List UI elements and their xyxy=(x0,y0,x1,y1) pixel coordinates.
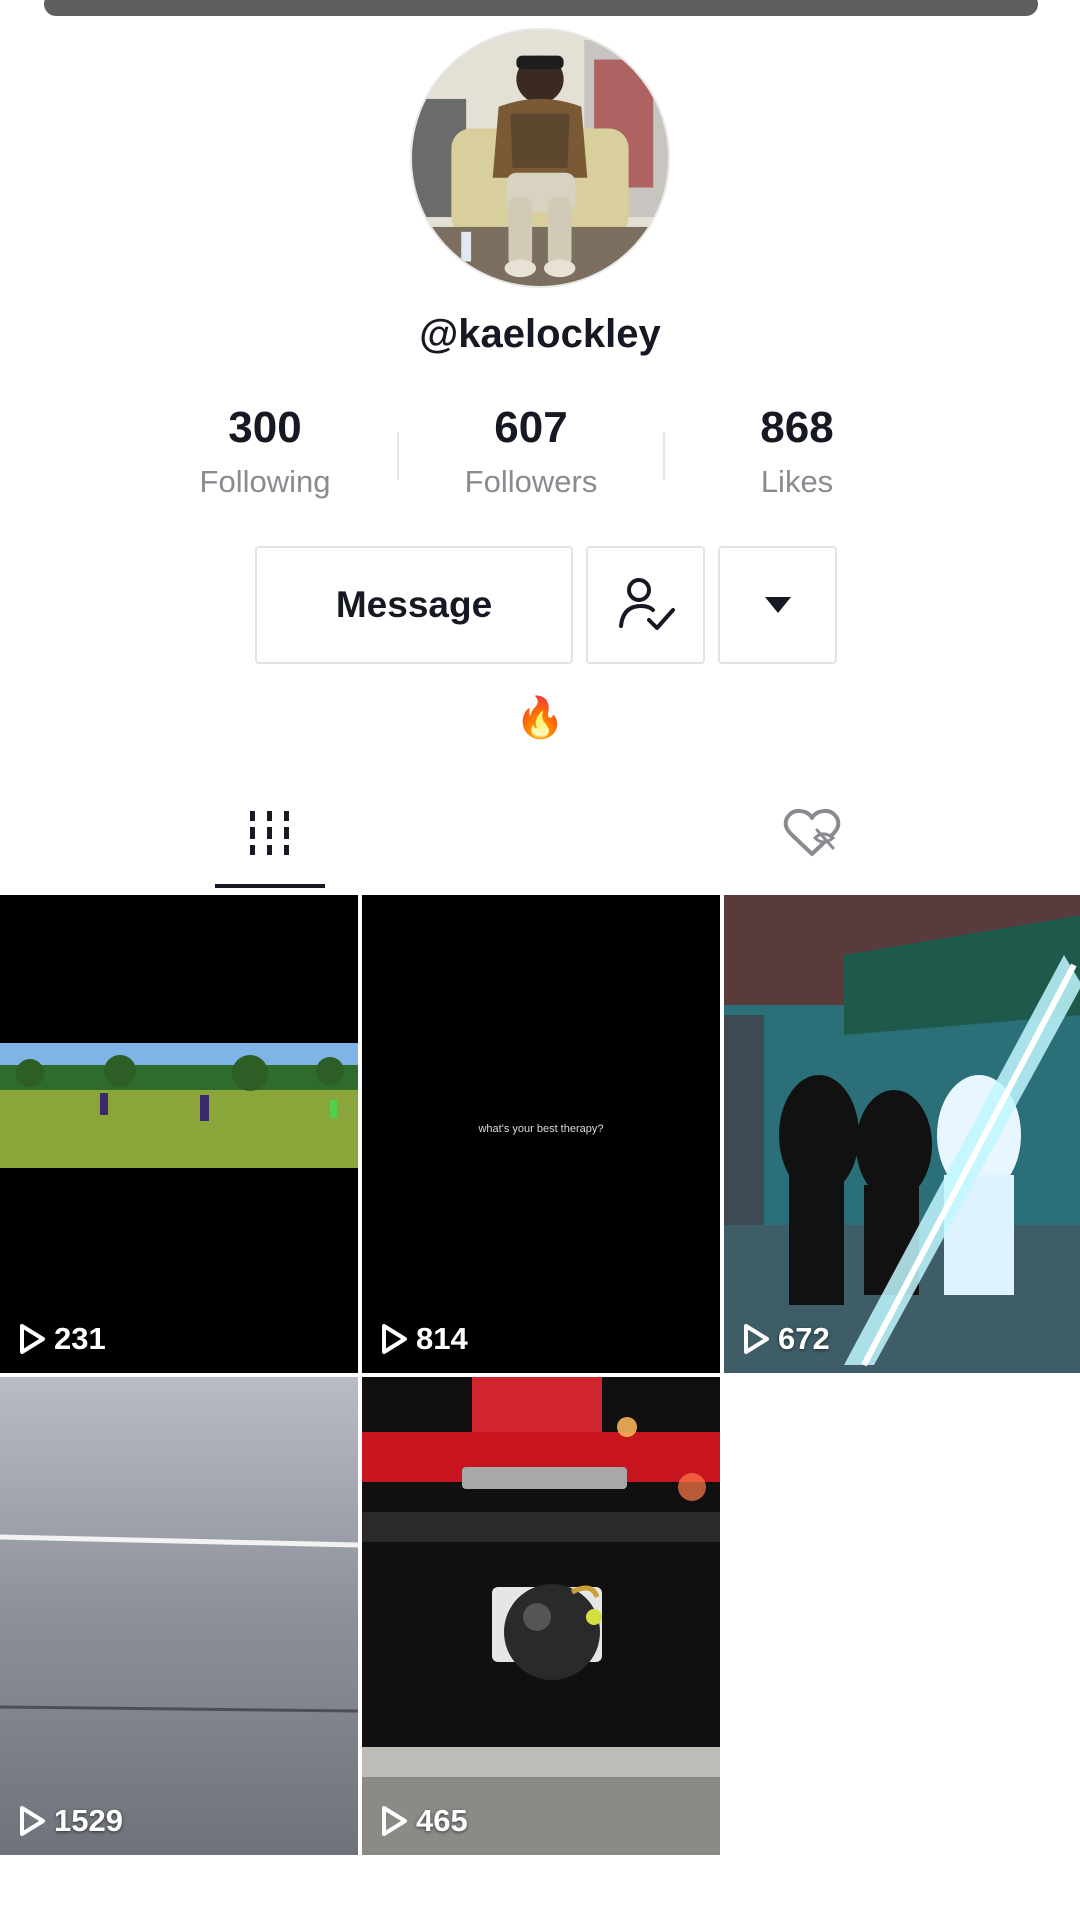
message-button[interactable]: Message xyxy=(255,546,573,664)
following-status-button[interactable] xyxy=(586,546,705,664)
view-count-text: 1529 xyxy=(54,1803,123,1838)
video-caption-overlay: what's your best therapy? xyxy=(478,1123,604,1135)
view-count: 672 xyxy=(742,1321,830,1357)
active-tab-indicator xyxy=(215,884,325,888)
user-check-icon xyxy=(618,578,675,630)
stat-value: 607 xyxy=(494,403,568,452)
play-icon xyxy=(382,1324,407,1354)
view-count-text: 231 xyxy=(54,1321,106,1356)
stat-label: Followers xyxy=(464,464,598,499)
stat-divider xyxy=(663,432,665,480)
tab-videos[interactable] xyxy=(215,778,325,888)
video-thumbnail[interactable]: 672 xyxy=(724,895,1080,1373)
view-count-text: 672 xyxy=(778,1321,830,1356)
video-preview-image xyxy=(0,1377,358,1855)
stat-value: 300 xyxy=(228,403,302,452)
more-options-button[interactable] xyxy=(718,546,837,664)
view-count-text: 814 xyxy=(416,1321,468,1356)
tab-liked[interactable] xyxy=(757,778,867,888)
view-count-text: 465 xyxy=(416,1803,468,1838)
view-count: 1529 xyxy=(18,1803,123,1839)
avatar-photo xyxy=(412,30,668,286)
play-icon xyxy=(382,1806,407,1836)
video-preview-image xyxy=(724,895,1080,1373)
video-thumbnail[interactable]: 231 xyxy=(0,895,358,1373)
video-thumbnail[interactable]: 1529 xyxy=(0,1377,358,1855)
stat-label: Following xyxy=(199,464,331,499)
stat-label: Likes xyxy=(760,464,834,499)
stat-divider xyxy=(397,432,399,480)
heart-hidden-icon xyxy=(783,808,841,856)
play-icon xyxy=(20,1806,45,1836)
avatar[interactable] xyxy=(410,28,670,288)
stat-value: 868 xyxy=(760,403,834,452)
video-thumbnail[interactable]: what's your best therapy? 814 xyxy=(362,895,720,1373)
play-icon xyxy=(744,1324,769,1354)
stat-followers[interactable]: 607 Followers xyxy=(401,400,661,504)
bio-text: 🔥 xyxy=(515,696,565,740)
view-count: 231 xyxy=(18,1321,106,1357)
view-count: 465 xyxy=(380,1803,468,1839)
video-thumbnail[interactable]: 465 xyxy=(362,1377,720,1855)
stat-following[interactable]: 300 Following xyxy=(135,400,395,504)
grid-icon xyxy=(250,811,289,855)
stat-likes[interactable]: 868 Likes xyxy=(667,400,927,504)
video-preview-image xyxy=(362,1377,720,1855)
username: @kaelockley xyxy=(419,312,661,356)
caret-down-icon xyxy=(764,597,791,613)
play-icon xyxy=(20,1324,45,1354)
video-preview-image xyxy=(0,895,358,1373)
top-handle-bar xyxy=(44,0,1038,16)
view-count: 814 xyxy=(380,1321,468,1357)
